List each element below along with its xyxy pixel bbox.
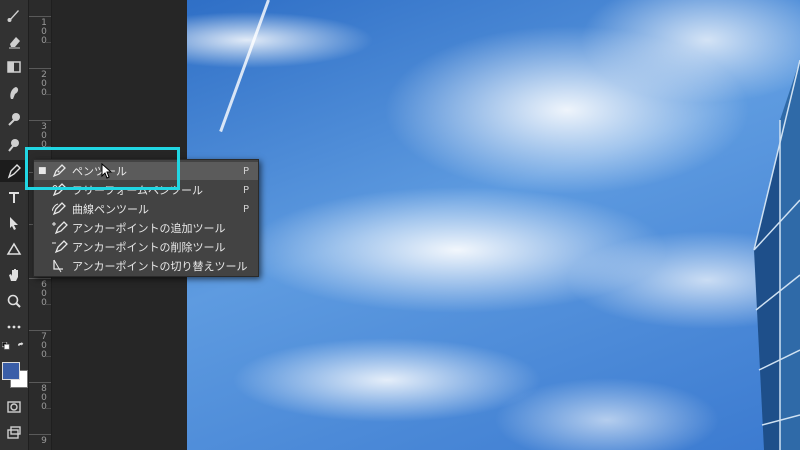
menu-item-curvature-pen-tool[interactable]: 曲線ペンツール P xyxy=(34,200,258,218)
ruler-label-900: 9 xyxy=(39,436,49,445)
menu-item-convert-point-tool[interactable]: アンカーポイントの切り替えツール xyxy=(34,257,258,275)
menu-item-shortcut: P xyxy=(243,165,250,177)
triangle-icon xyxy=(6,242,22,255)
shape-tool-button[interactable] xyxy=(0,238,28,260)
ruler-tick xyxy=(45,408,51,409)
type-icon xyxy=(9,192,19,203)
menu-item-shortcut: P xyxy=(243,184,250,196)
menu-item-delete-anchor-point-tool[interactable]: アンカーポイントの削除ツール xyxy=(34,238,258,256)
smudge-icon xyxy=(10,87,19,99)
menu-item-label: アンカーポイントの切り替えツール xyxy=(72,260,248,273)
ruler-label-200: 200 xyxy=(39,70,49,97)
ruler-tick xyxy=(45,94,51,95)
menu-item-label: 曲線ペンツール xyxy=(72,203,149,216)
arrow-cursor-icon xyxy=(10,217,18,230)
ellipsis-icon xyxy=(7,325,21,329)
default-colors-icon[interactable] xyxy=(2,342,10,350)
mouse-cursor-icon xyxy=(101,163,113,179)
magnify-dodge-tool-button[interactable] xyxy=(0,134,28,156)
menu-item-label: アンカーポイントの削除ツール xyxy=(72,241,226,254)
ruler-tick xyxy=(29,120,51,121)
ruler-label-100: 100 xyxy=(39,18,49,45)
pen-tool-button[interactable] xyxy=(0,160,28,182)
brush-tool-button[interactable] xyxy=(0,4,28,26)
dodge-icon xyxy=(8,113,20,126)
more-tools-button[interactable] xyxy=(0,316,28,338)
color-controls xyxy=(2,342,26,356)
hand-icon xyxy=(9,269,18,281)
swap-colors-icon[interactable] xyxy=(17,342,26,351)
quick-mask-button[interactable] xyxy=(0,396,28,418)
menu-item-shortcut: P xyxy=(243,203,250,215)
menu-item-add-anchor-point-tool[interactable]: アンカーポイントの追加ツール xyxy=(34,219,258,237)
ruler-tick xyxy=(29,330,51,331)
type-tool-button[interactable] xyxy=(0,186,28,208)
screen-mode-icon xyxy=(7,426,21,439)
tools-panel xyxy=(0,0,29,450)
pen-icon xyxy=(7,164,21,179)
ruler-tick xyxy=(29,382,51,383)
ruler-label-300: 300 xyxy=(39,122,49,149)
document-canvas[interactable] xyxy=(187,0,800,450)
ruler-tick xyxy=(45,356,51,357)
ruler-tick xyxy=(29,434,51,435)
dodge-burn-icon xyxy=(8,139,19,152)
glass-building xyxy=(753,60,800,450)
foreground-color-swatch[interactable] xyxy=(2,362,20,380)
zoom-icon xyxy=(7,294,21,308)
hand-tool-button[interactable] xyxy=(0,264,28,286)
gradient-icon xyxy=(7,61,21,73)
ruler-tick xyxy=(29,16,51,17)
ruler-tick xyxy=(45,304,51,305)
path-selection-tool-button[interactable] xyxy=(0,212,28,234)
add-anchor-point-icon xyxy=(52,221,68,235)
gradient-tool-button[interactable] xyxy=(0,56,28,78)
convert-point-icon xyxy=(53,259,63,273)
ruler-label-600: 600 xyxy=(39,280,49,307)
zoom-tool-button[interactable] xyxy=(0,290,28,312)
eraser-icon xyxy=(9,37,20,49)
menu-item-label: アンカーポイントの追加ツール xyxy=(72,222,226,235)
curvature-pen-icon xyxy=(52,202,66,216)
dodge-tool-button[interactable] xyxy=(0,108,28,130)
eraser-tool-button[interactable] xyxy=(0,30,28,52)
delete-anchor-point-icon xyxy=(52,240,68,254)
quick-mask-icon xyxy=(7,401,21,413)
brush-icon xyxy=(7,10,19,22)
smudge-tool-button[interactable] xyxy=(0,82,28,104)
ruler-label-800: 800 xyxy=(39,384,49,411)
ruler-label-700: 700 xyxy=(39,332,49,359)
screen-mode-button[interactable] xyxy=(0,422,28,444)
ruler-tick xyxy=(45,42,51,43)
sky-photo xyxy=(187,0,800,450)
ruler-tick xyxy=(29,68,51,69)
ruler-tick xyxy=(29,278,51,279)
